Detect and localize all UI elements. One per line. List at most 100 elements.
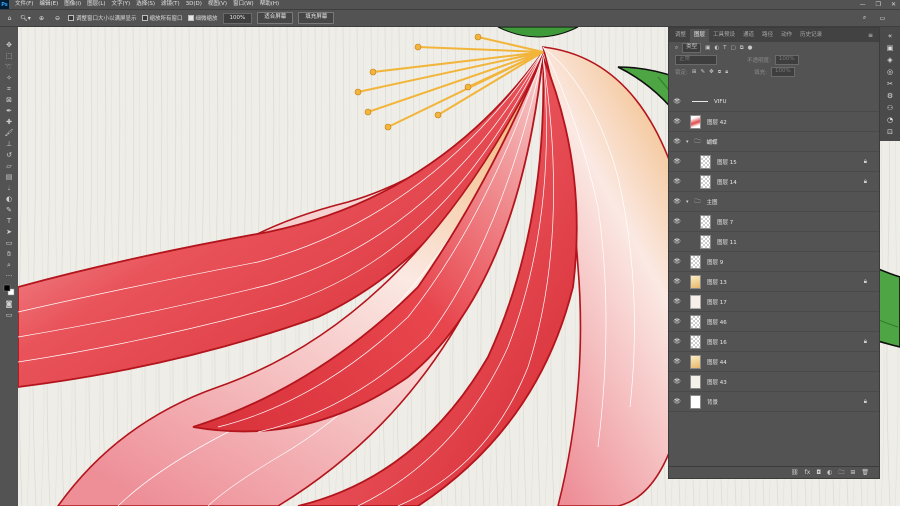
new-layer-icon[interactable]: ⊞ <box>850 469 855 476</box>
hand-tool-icon[interactable]: ✋︎ <box>3 249 15 259</box>
tab-layers[interactable]: 图层 <box>690 29 710 42</box>
eraser-icon[interactable]: ▱ <box>3 161 15 171</box>
visibility-eye-icon[interactable]: 👁︎ <box>672 358 682 365</box>
filter-type-icon[interactable]: T <box>723 45 726 51</box>
layers-icon[interactable]: ◈ <box>885 55 895 65</box>
delete-layer-icon[interactable]: 🗑︎ <box>861 469 869 476</box>
layer-row[interactable]: 👁︎ 图层 15 🔒︎ <box>669 152 879 172</box>
visibility-eye-icon[interactable]: 👁︎ <box>672 378 682 385</box>
layer-group-row[interactable]: 👁︎ ▾ 🗀 主图 <box>669 192 879 212</box>
menu-3d[interactable]: 3D(D) <box>183 0 205 9</box>
visibility-eye-icon[interactable]: 👁︎ <box>672 238 682 245</box>
layer-row[interactable]: 👁︎ 图层 13 🔒︎ <box>669 272 879 292</box>
healing-brush-icon[interactable]: ✚ <box>3 117 15 127</box>
zoom-tool-icon[interactable]: 🔍︎▾ <box>20 13 31 24</box>
zoom-out-icon[interactable]: ⊖ <box>52 13 63 24</box>
close-icon[interactable]: ✕ <box>891 1 896 8</box>
search-icon[interactable]: ⌕ <box>859 13 870 24</box>
menu-file[interactable]: 文件(F) <box>12 0 36 9</box>
visibility-eye-icon[interactable]: 👁︎ <box>672 158 682 165</box>
layer-row[interactable]: 👁︎ 图层 42 <box>669 112 879 132</box>
screen-mode-icon[interactable]: ▭ <box>3 310 15 320</box>
brush-settings-icon[interactable]: ◔ <box>885 115 895 125</box>
filter-toggle-icon[interactable]: ● <box>748 45 753 51</box>
workspace-icon[interactable]: ▭ <box>877 13 888 24</box>
add-mask-icon[interactable]: ◘ <box>816 469 821 476</box>
zoom-all-checkbox[interactable]: 缩放所有窗口 <box>141 14 183 22</box>
quick-mask-icon[interactable]: ◙ <box>3 299 15 309</box>
resize-windows-checkbox[interactable]: 调整窗口大小以满屏显示 <box>68 14 137 22</box>
menu-view[interactable]: 视图(V) <box>205 0 230 9</box>
layer-row[interactable]: 👁︎ 图层 14 🔒︎ <box>669 172 879 192</box>
actions-icon[interactable]: ⚇ <box>885 103 895 113</box>
menu-select[interactable]: 选择(S) <box>133 0 158 9</box>
panel-menu-icon[interactable]: ≡ <box>868 32 873 39</box>
frame-tool-icon[interactable]: ⊠ <box>3 95 15 105</box>
fill-field[interactable]: 100% <box>770 67 795 77</box>
layer-row[interactable]: 👁︎ 图层 11 <box>669 232 879 252</box>
menu-edit[interactable]: 编辑(E) <box>36 0 61 9</box>
history-brush-icon[interactable]: ↺ <box>3 150 15 160</box>
fx-icon[interactable]: fx <box>805 469 811 476</box>
filter-adjust-icon[interactable]: ◐ <box>714 45 719 51</box>
visibility-eye-icon[interactable]: 👁︎ <box>672 278 682 285</box>
tab-history[interactable]: 历史记录 <box>796 29 826 42</box>
menu-type[interactable]: 文字(Y) <box>109 0 134 9</box>
restore-icon[interactable]: ❐ <box>876 1 881 8</box>
tool-presets-icon[interactable]: ⊡ <box>885 127 895 137</box>
filter-type-select[interactable]: 类型 <box>682 43 702 53</box>
lock-artboard-icon[interactable]: ⧈ <box>718 69 722 76</box>
paths-icon[interactable]: ✂ <box>885 79 895 89</box>
layer-row[interactable]: 👁︎ 图层 17 <box>669 292 879 312</box>
visibility-eye-icon[interactable]: 👁︎ <box>672 118 682 125</box>
layer-row[interactable]: 👁︎ 图层 46 <box>669 312 879 332</box>
clone-stamp-icon[interactable]: ⊥ <box>3 139 15 149</box>
menu-window[interactable]: 窗口(W) <box>230 0 257 9</box>
filter-smart-icon[interactable]: ⧉ <box>740 45 744 52</box>
path-select-icon[interactable]: ➤ <box>3 227 15 237</box>
opacity-field[interactable]: 100% <box>774 55 799 65</box>
layer-row-text[interactable]: 👁︎ VIFU <box>669 92 879 112</box>
visibility-eye-icon[interactable]: 👁︎ <box>672 258 682 265</box>
layer-row-background[interactable]: 👁︎ 背景 🔒︎ <box>669 392 879 412</box>
marquee-tool-icon[interactable]: ⬚ <box>3 51 15 61</box>
zoom-value-field[interactable]: 100% <box>222 12 253 24</box>
zoom-tool-icon[interactable]: ⌕ <box>3 260 15 270</box>
visibility-eye-icon[interactable]: 👁︎ <box>672 298 682 305</box>
fill-screen-button[interactable]: 填充屏幕 <box>298 12 335 24</box>
visibility-eye-icon[interactable]: 👁︎ <box>672 318 682 325</box>
visibility-eye-icon[interactable]: 👁︎ <box>672 178 682 185</box>
home-icon[interactable]: ⌂ <box>4 13 15 24</box>
channels-icon[interactable]: ◎ <box>885 67 895 77</box>
tab-paths[interactable]: 路径 <box>758 29 777 42</box>
expand-arrow-icon[interactable]: ▾ <box>686 139 689 145</box>
brush-tool-icon[interactable]: 🖌︎ <box>3 128 15 138</box>
visibility-eye-icon[interactable]: 👁︎ <box>672 138 682 145</box>
visibility-eye-icon[interactable]: 👁︎ <box>672 338 682 345</box>
visibility-eye-icon[interactable]: 👁︎ <box>672 398 682 405</box>
crop-tool-icon[interactable]: ⌗ <box>3 84 15 94</box>
history-icon[interactable]: ⚙ <box>885 91 895 101</box>
eyedropper-icon[interactable]: ✒ <box>3 106 15 116</box>
lasso-tool-icon[interactable]: ➰ <box>3 62 15 72</box>
tab-channels[interactable]: 通道 <box>739 29 758 42</box>
layer-row[interactable]: 👁︎ 图层 16 🔒︎ <box>669 332 879 352</box>
visibility-eye-icon[interactable]: 👁︎ <box>672 218 682 225</box>
layer-group-row[interactable]: 👁︎ ▾ 🗀 蝴蝶 <box>669 132 879 152</box>
gradient-icon[interactable]: ▤ <box>3 172 15 182</box>
magic-wand-icon[interactable]: ✧ <box>3 73 15 83</box>
fit-screen-button[interactable]: 适合屏幕 <box>257 12 294 24</box>
filter-pixel-icon[interactable]: ▣ <box>705 45 710 51</box>
adjustment-layer-icon[interactable]: ◐ <box>827 469 832 476</box>
link-layers-icon[interactable]: ⛓︎ <box>791 469 799 476</box>
expand-panels-icon[interactable]: « <box>885 31 895 41</box>
pen-tool-icon[interactable]: ✎ <box>3 205 15 215</box>
tab-adjustments[interactable]: 调整 <box>671 29 690 42</box>
scrubby-zoom-checkbox[interactable]: 细微缩放 <box>187 14 218 22</box>
visibility-eye-icon[interactable]: 👁︎ <box>672 198 682 205</box>
type-tool-icon[interactable]: T <box>3 216 15 226</box>
menu-help[interactable]: 帮助(H) <box>257 0 282 9</box>
lock-all-icon[interactable]: 🔒︎ <box>725 69 728 76</box>
tab-actions[interactable]: 动作 <box>777 29 796 42</box>
dodge-tool-icon[interactable]: ◐ <box>3 194 15 204</box>
